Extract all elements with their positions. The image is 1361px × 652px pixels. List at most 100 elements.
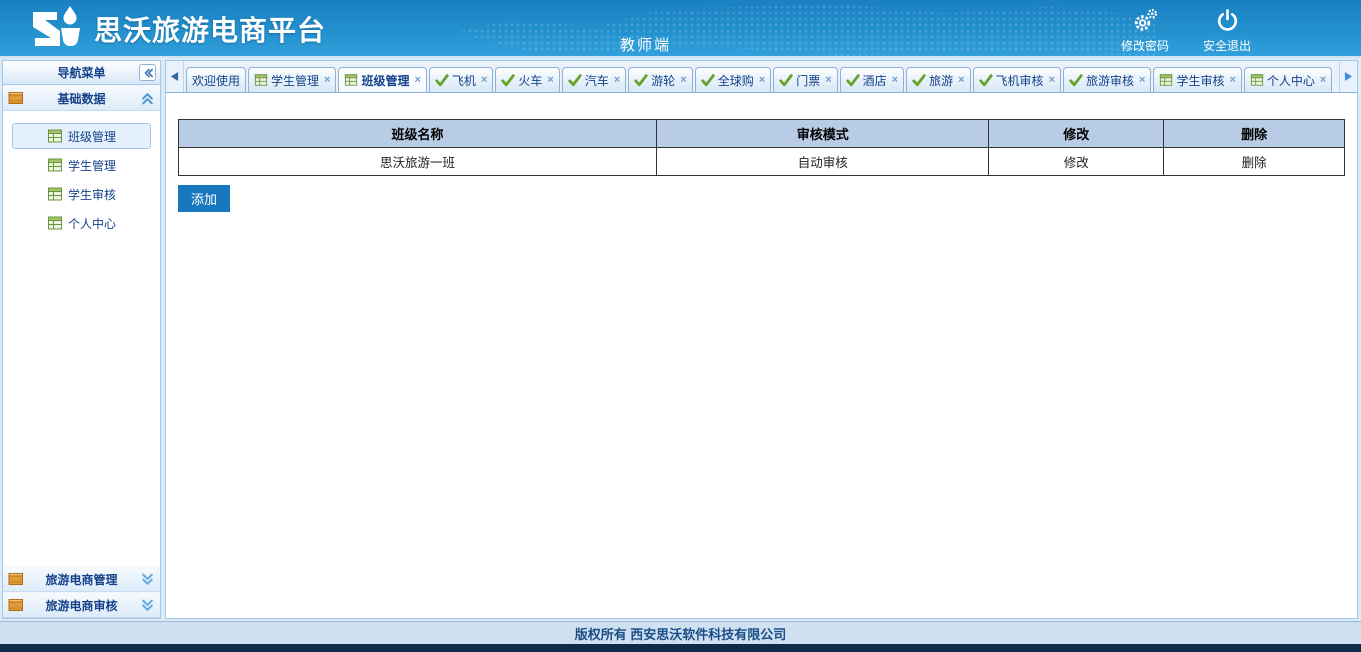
sidebar-item-label: 个人中心 bbox=[68, 215, 116, 232]
tab-label: 旅游 bbox=[929, 72, 953, 89]
tab-label: 欢迎使用 bbox=[192, 72, 240, 89]
tab-label: 个人中心 bbox=[1267, 72, 1315, 89]
table-icon bbox=[47, 186, 63, 202]
check-icon bbox=[501, 73, 515, 87]
check-icon bbox=[912, 73, 926, 87]
close-icon[interactable]: × bbox=[680, 74, 686, 86]
triangle-left-icon bbox=[170, 71, 179, 82]
close-icon[interactable]: × bbox=[614, 74, 620, 86]
close-icon[interactable]: × bbox=[414, 74, 420, 86]
close-icon[interactable]: × bbox=[825, 74, 831, 86]
tab-student-management[interactable]: 学生管理 × bbox=[248, 67, 336, 92]
check-icon bbox=[779, 73, 793, 87]
table-icon bbox=[47, 157, 63, 173]
column-header-edit: 修改 bbox=[989, 120, 1164, 148]
table-icon bbox=[47, 215, 63, 231]
check-icon bbox=[1069, 73, 1083, 87]
page: 思沃旅游电商平台 教师端 修改密码 安全退出 导航菜单 bbox=[0, 0, 1361, 652]
table-header-row: 班级名称 审核模式 修改 删除 bbox=[179, 120, 1345, 148]
tab-cruise[interactable]: 游轮 × bbox=[628, 67, 692, 92]
edit-link[interactable]: 修改 bbox=[989, 148, 1164, 176]
close-icon[interactable]: × bbox=[547, 74, 553, 86]
header-actions: 修改密码 安全退出 bbox=[1119, 7, 1253, 54]
tab-train[interactable]: 火车 × bbox=[495, 67, 559, 92]
sidebar-item-student-management[interactable]: 学生管理 bbox=[12, 152, 151, 178]
close-icon[interactable]: × bbox=[958, 74, 964, 86]
tab-label: 游轮 bbox=[651, 72, 675, 89]
close-icon[interactable]: × bbox=[892, 74, 898, 86]
tab-scroll-left-button[interactable] bbox=[166, 61, 184, 92]
sidebar-item-class-management[interactable]: 班级管理 bbox=[12, 123, 151, 149]
tab-flight[interactable]: 飞机 × bbox=[429, 67, 493, 92]
add-button[interactable]: 添加 bbox=[178, 185, 230, 212]
tab-label: 班级管理 bbox=[361, 72, 409, 89]
table-icon bbox=[1159, 73, 1173, 87]
check-icon bbox=[634, 73, 648, 87]
logout-label: 安全退出 bbox=[1203, 37, 1251, 54]
content-panel: 欢迎使用 学生管理 × 班级管理 × 飞机 × bbox=[165, 60, 1358, 619]
sidebar-spacer bbox=[3, 242, 160, 566]
sidebar-item-label: 学生审核 bbox=[68, 186, 116, 203]
tab-flight-audit[interactable]: 飞机审核 × bbox=[973, 67, 1061, 92]
tab-travel-audit[interactable]: 旅游审核 × bbox=[1063, 67, 1151, 92]
copyright-text: 版权所有 西安思沃软件科技有限公司 bbox=[575, 624, 787, 643]
role-label: 教师端 bbox=[620, 34, 671, 55]
tab-label: 学生管理 bbox=[271, 72, 319, 89]
tabs: 欢迎使用 学生管理 × 班级管理 × 飞机 × bbox=[184, 61, 1339, 92]
tab-scroll-right-button[interactable] bbox=[1339, 61, 1357, 92]
footer-strip bbox=[0, 644, 1361, 652]
tab-student-audit[interactable]: 学生审核 × bbox=[1153, 67, 1241, 92]
tab-welcome[interactable]: 欢迎使用 bbox=[186, 67, 246, 92]
sidebar-section-basic-data[interactable]: 基础数据 bbox=[3, 85, 160, 111]
tab-tickets[interactable]: 门票 × bbox=[773, 67, 837, 92]
check-icon bbox=[435, 73, 449, 87]
close-icon[interactable]: × bbox=[1139, 74, 1145, 86]
tab-hotel[interactable]: 酒店 × bbox=[840, 67, 904, 92]
tab-class-management[interactable]: 班级管理 × bbox=[338, 67, 426, 92]
cell-class-name: 思沃旅游一班 bbox=[179, 148, 657, 176]
app-logo-icon bbox=[30, 5, 86, 53]
change-password-button[interactable]: 修改密码 bbox=[1119, 7, 1171, 54]
folder-icon bbox=[8, 90, 24, 106]
tab-personal-center[interactable]: 个人中心 × bbox=[1244, 67, 1332, 92]
sidebar-items: 班级管理 学生管理 学生审核 个人中心 bbox=[3, 111, 160, 242]
power-icon bbox=[1214, 7, 1241, 34]
section-label: 基础数据 bbox=[57, 90, 105, 107]
sidebar-collapse-button[interactable] bbox=[139, 64, 156, 81]
close-icon[interactable]: × bbox=[1049, 74, 1055, 86]
class-table: 班级名称 审核模式 修改 删除 思沃旅游一班 自动审核 修改 删除 bbox=[178, 119, 1345, 176]
sidebar-item-student-audit[interactable]: 学生审核 bbox=[12, 181, 151, 207]
check-icon bbox=[701, 73, 715, 87]
tab-global-shopping[interactable]: 全球购 × bbox=[695, 67, 771, 92]
column-header-delete: 删除 bbox=[1164, 120, 1345, 148]
double-chevron-left-icon bbox=[142, 67, 154, 79]
tab-car[interactable]: 汽车 × bbox=[562, 67, 626, 92]
delete-link[interactable]: 删除 bbox=[1164, 148, 1345, 176]
close-icon[interactable]: × bbox=[1320, 74, 1326, 86]
close-icon[interactable]: × bbox=[481, 74, 487, 86]
logout-button[interactable]: 安全退出 bbox=[1201, 7, 1253, 54]
sidebar-item-personal-center[interactable]: 个人中心 bbox=[12, 210, 151, 236]
tab-label: 火车 bbox=[518, 72, 542, 89]
sidebar-item-label: 学生管理 bbox=[68, 157, 116, 174]
table-row: 思沃旅游一班 自动审核 修改 删除 bbox=[179, 148, 1345, 176]
tab-bar: 欢迎使用 学生管理 × 班级管理 × 飞机 × bbox=[166, 61, 1357, 93]
double-chevron-up-icon bbox=[141, 92, 154, 105]
sidebar-section-ecommerce-audit[interactable]: 旅游电商审核 bbox=[3, 592, 160, 618]
table-icon bbox=[47, 128, 63, 144]
sidebar: 导航菜单 基础数据 班级管理 学生管理 bbox=[2, 60, 161, 619]
sidebar-section-ecommerce-management[interactable]: 旅游电商管理 bbox=[3, 566, 160, 592]
class-management-view: 班级名称 审核模式 修改 删除 思沃旅游一班 自动审核 修改 删除 bbox=[166, 93, 1357, 618]
close-icon[interactable]: × bbox=[1229, 74, 1235, 86]
cell-audit-mode: 自动审核 bbox=[657, 148, 989, 176]
close-icon[interactable]: × bbox=[759, 74, 765, 86]
tab-label: 学生审核 bbox=[1176, 72, 1224, 89]
double-chevron-down-icon bbox=[141, 573, 154, 586]
tab-travel[interactable]: 旅游 × bbox=[906, 67, 970, 92]
folder-icon bbox=[8, 597, 24, 613]
check-icon bbox=[979, 73, 993, 87]
section-label: 旅游电商审核 bbox=[45, 597, 117, 614]
close-icon[interactable]: × bbox=[324, 74, 330, 86]
column-header-class-name: 班级名称 bbox=[179, 120, 657, 148]
tab-label: 酒店 bbox=[863, 72, 887, 89]
